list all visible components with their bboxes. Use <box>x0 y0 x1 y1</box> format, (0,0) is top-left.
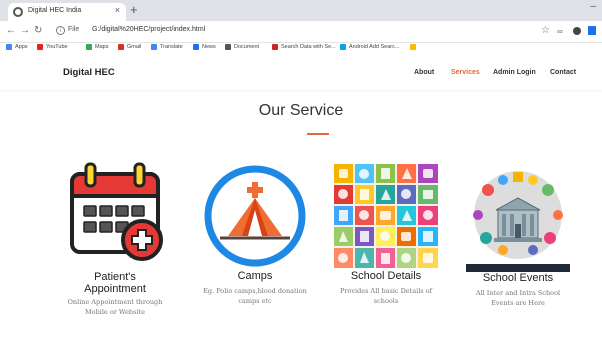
url-field[interactable]: i File G:/digital%20HEC/project/index.ht… <box>52 24 522 40</box>
bookmark-translate[interactable]: Translate <box>151 44 183 50</box>
card-title: School Events <box>482 272 554 284</box>
nav-about[interactable]: About <box>414 69 434 76</box>
card-title-line1: Patient's <box>94 271 136 283</box>
bookmark-news[interactable]: News <box>193 44 216 50</box>
card-desc-line2: Events are Here <box>491 299 545 307</box>
bookmark-search-data[interactable]: Search Data with Se... <box>272 44 336 50</box>
service-card-camps[interactable]: Camps Eg. Polio camps,blood donation cam… <box>194 160 316 306</box>
star-icon[interactable]: ☆ <box>541 25 550 36</box>
new-tab-icon[interactable]: + <box>130 2 138 18</box>
section-title: Our Service <box>258 102 344 119</box>
drive-icon[interactable] <box>410 44 419 50</box>
nav-contact[interactable]: Contact <box>550 69 576 76</box>
section-title-underline <box>307 133 329 135</box>
card-title-line2: Appointment <box>84 283 146 295</box>
extension-icon[interactable]: ∞ <box>557 27 563 36</box>
browser-tab[interactable]: Digital HEC India × <box>8 3 126 21</box>
card-desc-line2: schools <box>373 297 399 305</box>
page-favicon-icon <box>13 7 23 17</box>
search-data-icon <box>272 44 278 50</box>
youtube-icon <box>37 44 43 50</box>
card-desc-line1: Online Appointment through <box>67 298 163 306</box>
card-desc-line2: camps etc <box>238 297 272 305</box>
school-supplies-grid-icon <box>334 164 438 268</box>
translate-icon <box>151 44 157 50</box>
back-icon[interactable]: ← <box>6 25 16 36</box>
minimize-icon[interactable]: – <box>590 1 596 12</box>
card-desc-line1: Provides All basic Details of <box>339 287 433 295</box>
news-icon <box>193 44 199 50</box>
gmail-icon <box>118 44 124 50</box>
forward-icon[interactable]: → <box>20 25 30 36</box>
site-brand[interactable]: Digital HEC <box>63 67 115 78</box>
tab-title: Digital HEC India <box>28 7 82 14</box>
tab-strip: Digital HEC India × + – <box>0 0 602 21</box>
bookmark-document[interactable]: Document <box>225 44 259 50</box>
url-text[interactable]: G:/digital%20HEC/project/index.html <box>92 26 205 33</box>
browser-window: Digital HEC India × + – ← → ↻ i File G:/… <box>0 0 602 351</box>
medical-tent-icon <box>204 165 306 267</box>
card-title: Camps <box>237 270 273 282</box>
bookmark-apps[interactable]: Apps <box>6 44 28 50</box>
reload-icon[interactable]: ↻ <box>34 25 42 36</box>
document-icon <box>225 44 231 50</box>
bookmark-android-search[interactable]: Android Add Searc... <box>340 44 399 50</box>
card-desc-line2: Mobile or Website <box>85 308 145 316</box>
service-card-school-events[interactable]: School Events All Inter and Intra School… <box>458 160 578 308</box>
site-header: Digital HEC About Services Admin Login C… <box>0 58 602 90</box>
card-title: School Details <box>350 270 422 282</box>
bookmark-gmail[interactable]: Gmail <box>118 44 141 50</box>
school-events-illustration-icon <box>466 171 570 272</box>
maps-icon <box>86 44 92 50</box>
bookmark-youtube[interactable]: YouTube <box>37 44 68 50</box>
card-desc-line1: All Inter and Intra School <box>475 289 561 297</box>
extension-app-icon[interactable] <box>588 26 596 35</box>
url-prefix: File <box>68 26 80 33</box>
bookmarks-bar: Apps YouTube Maps Gmail Translate News D… <box>0 43 602 55</box>
account-icon[interactable] <box>573 27 581 35</box>
service-card-school-details[interactable]: School Details Provides All basic Detail… <box>326 160 446 306</box>
nav-admin-login[interactable]: Admin Login <box>493 69 536 76</box>
close-tab-icon[interactable]: × <box>115 5 120 15</box>
info-icon[interactable]: i <box>56 26 65 35</box>
android-search-icon <box>340 44 346 50</box>
address-bar: ← → ↻ i File G:/digital%20HEC/project/in… <box>0 21 602 43</box>
apps-grid-icon <box>6 44 12 50</box>
calendar-medical-icon <box>70 162 163 261</box>
service-card-appointment[interactable]: Patient's Appointment Online Appointment… <box>56 160 174 317</box>
bookmark-maps[interactable]: Maps <box>86 44 108 50</box>
card-desc-line1: Eg. Polio camps,blood donation <box>203 287 307 295</box>
nav-services[interactable]: Services <box>451 69 480 76</box>
